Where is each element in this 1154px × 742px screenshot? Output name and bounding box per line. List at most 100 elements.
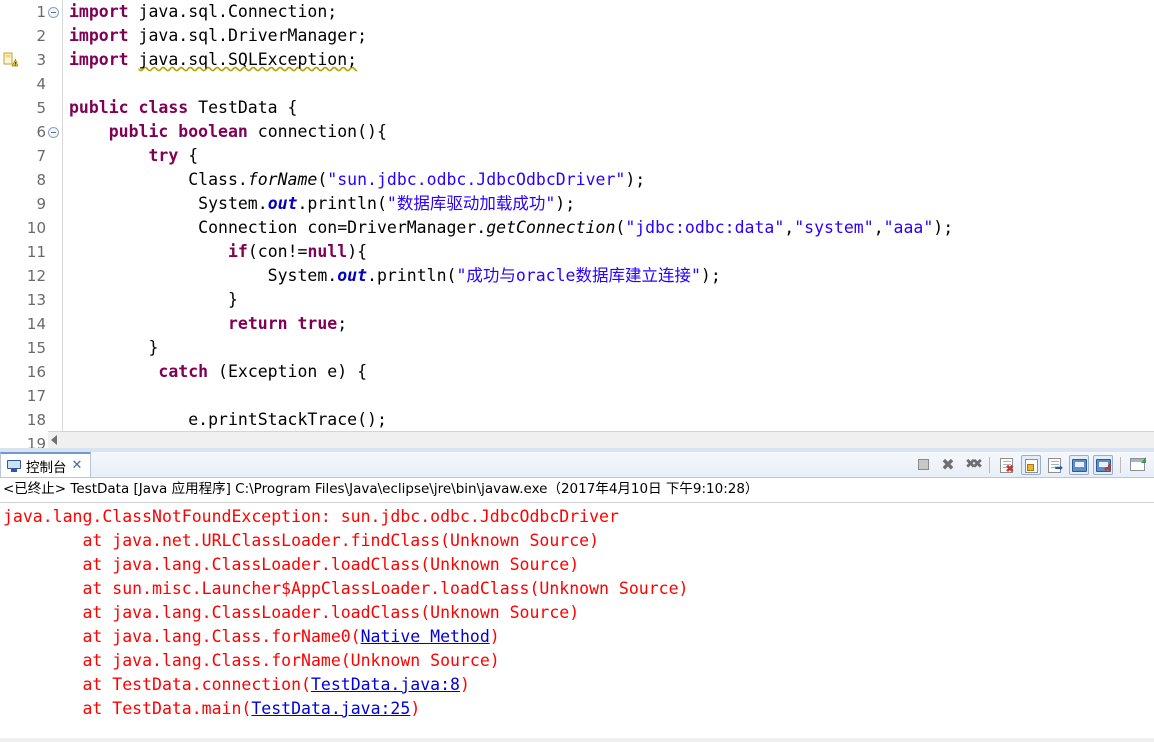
code-line[interactable]: public class TestData { [69, 96, 1154, 120]
code-line[interactable]: import java.sql.DriverManager; [69, 24, 1154, 48]
line-number: 6 [36, 123, 46, 141]
code-token: out [337, 266, 368, 285]
fold-row[interactable] [47, 312, 62, 336]
annotation-row[interactable] [0, 96, 21, 120]
line-number: 13 [26, 291, 46, 309]
remove-all-terminated-button[interactable]: ✖✖ [962, 455, 983, 475]
terminate-button[interactable] [914, 455, 934, 475]
annotation-row[interactable] [0, 264, 21, 288]
annotation-row[interactable] [0, 48, 21, 72]
code-line[interactable] [69, 72, 1154, 96]
code-line[interactable]: public boolean connection(){ [69, 120, 1154, 144]
fold-row[interactable] [47, 144, 62, 168]
stack-trace-link[interactable]: TestData.java:25 [251, 699, 410, 718]
fold-row[interactable] [47, 360, 62, 384]
fold-row[interactable] [47, 72, 62, 96]
fold-row[interactable] [47, 0, 62, 24]
code-line[interactable]: import java.sql.Connection; [69, 0, 1154, 24]
clear-console-button[interactable]: ✖ [997, 455, 1017, 475]
stack-trace-link[interactable]: Native Method [361, 627, 490, 646]
console-output[interactable]: java.lang.ClassNotFoundException: sun.jd… [0, 503, 1154, 721]
tab-console[interactable]: 控制台 ✕ [0, 452, 92, 477]
code-line[interactable]: import java.sql.SQLException; [69, 48, 1154, 72]
code-token: .println( [367, 266, 457, 285]
annotation-row[interactable] [0, 240, 21, 264]
display-selected-console-button[interactable] [1069, 454, 1089, 475]
stack-trace-text: at java.lang.ClassLoader.loadClass(Unkno… [3, 603, 580, 622]
code-line[interactable] [69, 384, 1154, 408]
annotation-row[interactable] [0, 144, 21, 168]
code-line[interactable]: System.out.println("成功与oracle数据库建立连接"); [69, 264, 1154, 288]
word-wrap-icon: ➡ [1048, 457, 1063, 473]
console-output-line: at java.lang.ClassLoader.loadClass(Unkno… [3, 553, 1154, 577]
fold-row[interactable] [47, 168, 62, 192]
fold-row[interactable] [47, 24, 62, 48]
editor-code-area[interactable]: import java.sql.Connection; import java.s… [63, 0, 1154, 448]
annotation-row[interactable] [0, 336, 21, 360]
java-source-editor[interactable]: 1 2 3 4 5 6 7 8 9 10 11 12 13 14 15 16 17 18 19 import jav… [0, 0, 1154, 448]
annotation-row[interactable] [0, 0, 21, 24]
clear-console-icon: ✖ [1000, 457, 1014, 474]
code-line[interactable]: } [69, 336, 1154, 360]
editor-folding-ruler[interactable] [47, 0, 62, 448]
console-launch-description: <已终止> TestData [Java 应用程序] C:\Program Fi… [0, 478, 1154, 503]
collapse-icon[interactable] [48, 7, 59, 18]
fold-row[interactable] [47, 408, 62, 432]
fold-row[interactable] [47, 120, 62, 144]
code-token: out [267, 194, 298, 213]
fold-row[interactable] [47, 288, 62, 312]
scroll-lock-button[interactable] [1021, 454, 1041, 475]
code-line[interactable]: Connection con=DriverManager.getConnecti… [69, 216, 1154, 240]
annotation-row[interactable] [0, 408, 21, 432]
code-line[interactable]: System.out.println("数据库驱动加载成功"); [69, 192, 1154, 216]
code-line[interactable]: Class.forName("sun.jdbc.odbc.JdbcOdbcDri… [69, 168, 1154, 192]
annotation-row[interactable] [0, 312, 21, 336]
code-line[interactable]: catch (Exception e) { [69, 360, 1154, 384]
console-bottom-scrollbar[interactable] [0, 738, 1154, 742]
fold-row[interactable] [47, 48, 62, 72]
annotation-row[interactable] [0, 192, 21, 216]
remove-launch-button[interactable]: ✖ [938, 455, 958, 475]
display-console-icon [1072, 458, 1087, 472]
annotation-row[interactable] [0, 216, 21, 240]
scroll-left-arrow-icon[interactable] [51, 435, 57, 445]
fold-row[interactable] [47, 216, 62, 240]
word-wrap-button[interactable]: ➡ [1045, 455, 1065, 475]
fold-row[interactable] [47, 96, 62, 120]
annotation-row[interactable] [0, 72, 21, 96]
collapse-icon[interactable] [48, 127, 59, 138]
annotation-row[interactable] [0, 288, 21, 312]
annotation-row[interactable] [0, 384, 21, 408]
editor-line-number-ruler: 1 2 3 4 5 6 7 8 9 10 11 12 13 14 15 16 17 18 19 [21, 0, 47, 448]
annotation-row[interactable] [0, 168, 21, 192]
code-token: TestData { [198, 98, 298, 117]
console-output-line: at java.lang.Class.forName0(Native Metho… [3, 625, 1154, 649]
annotation-row[interactable] [0, 24, 21, 48]
fold-row[interactable] [47, 384, 62, 408]
annotation-row[interactable] [0, 120, 21, 144]
editor-horizontal-scrollbar[interactable] [48, 431, 1154, 448]
code-line[interactable]: return true; [69, 312, 1154, 336]
code-token: import [69, 26, 139, 45]
code-token: e.printStackTrace(); [69, 410, 387, 429]
fold-row[interactable] [47, 240, 62, 264]
editor-annotation-ruler[interactable] [0, 0, 21, 448]
warning-icon[interactable] [3, 52, 19, 67]
open-console-icon [1130, 456, 1146, 471]
code-token: null [307, 242, 348, 261]
fold-row[interactable] [47, 264, 62, 288]
open-console-button[interactable] [1128, 455, 1148, 475]
close-icon[interactable]: ✕ [72, 459, 83, 472]
annotation-row[interactable] [0, 432, 21, 448]
fold-row[interactable] [47, 336, 62, 360]
annotation-row[interactable] [0, 360, 21, 384]
pin-console-button[interactable]: ✖ [1093, 454, 1113, 475]
code-line[interactable]: if(con!=null){ [69, 240, 1154, 264]
code-line[interactable]: e.printStackTrace(); [69, 408, 1154, 432]
code-line[interactable]: } [69, 288, 1154, 312]
code-token: java.sql.DriverManager; [138, 26, 368, 45]
stack-trace-link[interactable]: TestData.java:8 [311, 675, 460, 694]
fold-row[interactable] [47, 192, 62, 216]
code-line[interactable]: try { [69, 144, 1154, 168]
